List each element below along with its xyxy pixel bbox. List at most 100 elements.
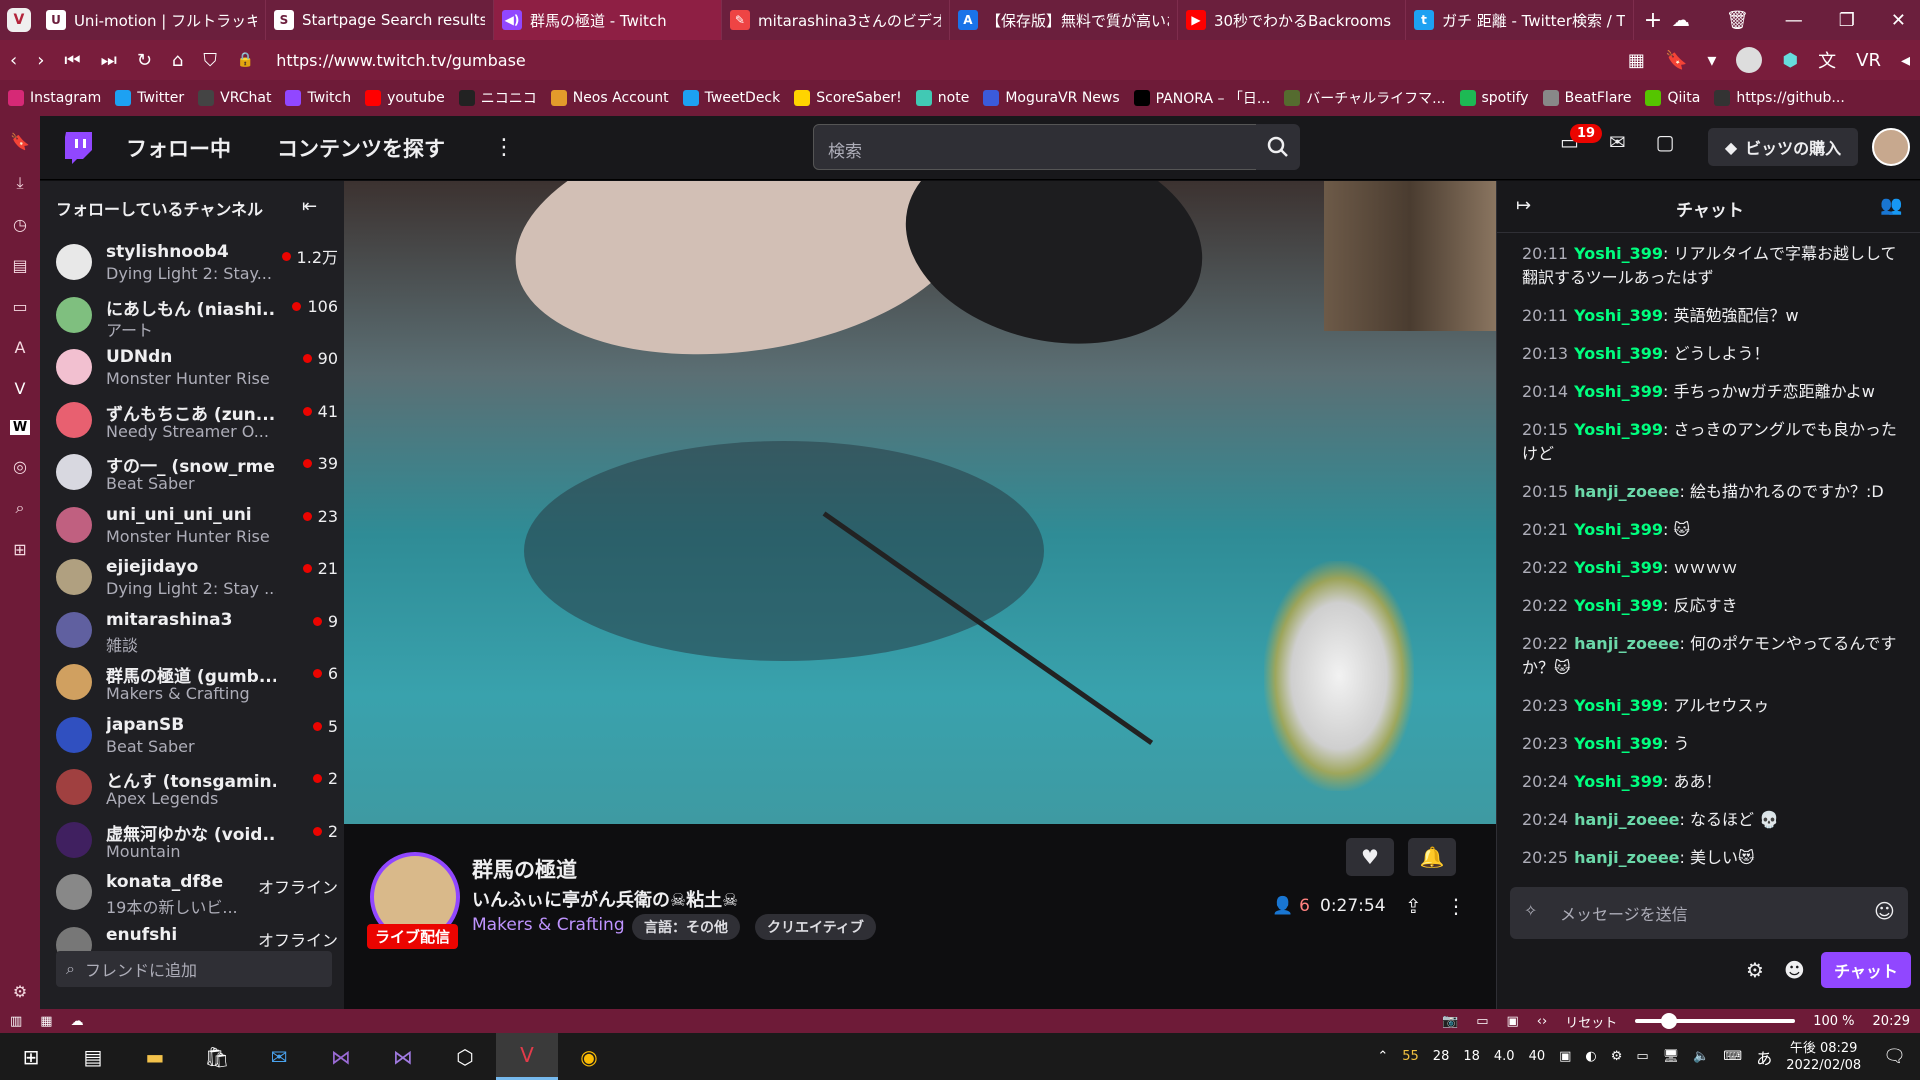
get-bits-button[interactable]: ◆ ビッツの購入 [1708,128,1858,166]
visual-studio-2-icon[interactable]: ⋈ [372,1033,434,1080]
cloud-status-icon[interactable]: ☁ [71,1014,84,1029]
restore-icon[interactable]: ❐ [1839,10,1855,31]
tray-expand-icon[interactable]: ⌃ [1377,1049,1388,1064]
channel-points-icon[interactable]: ☻ [1784,958,1805,982]
close-window-icon[interactable]: ✕ [1891,10,1906,31]
tag-creative[interactable]: クリエイティブ [755,914,876,940]
file-explorer-icon[interactable]: ▬ [124,1033,186,1080]
start-button-icon[interactable]: ⊞ [0,1033,62,1080]
bookmark-item[interactable]: https://github... [1714,90,1845,106]
followed-channel-item[interactable]: mitarashina3 雑談 9 [56,604,338,656]
followed-channel-item[interactable]: ejiejidayo Dying Light 2: Stay ... 21 [56,551,338,603]
tile-icon[interactable]: ▭ [1476,1014,1488,1029]
chat-username[interactable]: Yoshi_399 [1574,772,1663,791]
chat-username[interactable]: Yoshi_399 [1574,558,1663,577]
tab-tiling-icon[interactable]: ▦ [40,1014,52,1029]
bookmark-item[interactable]: Qiita [1645,90,1700,106]
search-panel-icon[interactable]: ⌕ [16,498,25,518]
chat-username[interactable]: Yoshi_399 [1574,696,1663,715]
community-icon[interactable]: 👥 [1880,195,1902,216]
reload-icon[interactable]: ↻ [137,50,152,71]
bookmark-item[interactable]: BeatFlare [1542,90,1631,106]
tray-steam-icon[interactable]: ⚙ [1611,1049,1623,1064]
followed-channel-item[interactable]: ずんもちこあ (zun... Needy Streamer O... 41 [56,394,338,446]
browser-tab[interactable]: U Uni-motion | フルトラッキング [38,0,266,40]
chat-username[interactable]: hanji_zoeee [1574,634,1679,653]
bookmark-item[interactable]: TweetDeck [682,90,780,106]
vivaldi-panel-icon[interactable]: V [15,379,26,398]
wikipedia-panel-icon[interactable]: W [10,420,30,435]
bookmark-item[interactable]: youtube [365,90,445,106]
tray-network-icon[interactable]: 🖥 [1663,1049,1680,1064]
add-friend-input[interactable]: ⌕ フレンドに追加 [56,951,332,987]
bookmark-item[interactable]: Instagram [8,90,101,106]
share-icon[interactable]: ⇪ [1405,894,1422,918]
notification-bell-icon[interactable]: 🔔 [1408,838,1456,876]
bits-chat-icon[interactable]: ✧ [1524,901,1537,920]
mail-icon[interactable]: ✉ [248,1033,310,1080]
follow-heart-icon[interactable]: ♥ [1346,838,1394,876]
more-menu-icon[interactable]: ⋮ [493,135,515,160]
url-field[interactable]: https://www.twitch.tv/gumbase [276,51,525,70]
followed-channel-item[interactable]: とんす (tonsgamin... Apex Legends 2 [56,761,338,813]
nav-following-link[interactable]: フォロー中 [126,133,231,163]
emote-picker-icon[interactable]: ☺ [1874,899,1895,923]
tray-discord-icon[interactable]: ◐ [1585,1049,1596,1064]
browser-tab[interactable]: ◀) 群馬の極道 - Twitch [493,0,722,40]
capture-icon[interactable]: 📷 [1442,1014,1458,1029]
collapse-chat-icon[interactable]: ↦ [1516,195,1531,216]
vivaldi-logo-icon[interactable]: V [0,0,38,40]
search-icon[interactable] [1256,124,1300,170]
followed-channel-item[interactable]: 群馬の極道 (gumb... Makers & Crafting 6 [56,656,338,708]
rewind-icon[interactable]: ⏮ [64,50,80,71]
chat-username[interactable]: Yoshi_399 [1574,244,1663,263]
vr-icon[interactable]: VR [1856,50,1881,71]
whispers-icon[interactable]: ✉ [1609,130,1626,154]
bookmark-item[interactable]: ScoreSaber! [794,90,902,106]
bookmark-item[interactable]: spotify [1459,90,1529,106]
browser-tab[interactable]: A 【保存版】無料で質が高いお [950,0,1178,40]
window-panel-icon[interactable]: ▭ [12,297,27,316]
zoom-slider[interactable] [1635,1013,1796,1029]
new-tab-icon[interactable]: + [1634,0,1672,40]
zoom-reset-button[interactable]: リセット [1565,1012,1617,1031]
tag-language[interactable]: 言語：その他 [632,914,740,940]
unity-icon[interactable]: ⬡ [434,1033,496,1080]
chat-username[interactable]: hanji_zoeee [1574,848,1679,867]
bookmark-item[interactable]: MoguraVR News [983,90,1120,106]
qr-icon[interactable]: ▦ [1628,50,1645,71]
chat-username[interactable]: Yoshi_399 [1574,306,1663,325]
dropdown-icon[interactable]: ▾ [1707,50,1716,71]
browser-tab[interactable]: ▶ 30秒でわかるBackrooms レベ [1178,0,1406,40]
chat-username[interactable]: Yoshi_399 [1574,596,1663,615]
chat-bubble-icon[interactable]: ▢ [1656,130,1675,154]
trash-icon[interactable]: 🗑 [1726,10,1749,31]
tray-battery-icon[interactable]: ▭ [1636,1049,1648,1064]
visual-studio-icon[interactable]: ⋈ [310,1033,372,1080]
vivaldi-taskbar-icon[interactable]: V [496,1033,558,1080]
browser-tab[interactable]: ✎ mitarashina3さんのビデオ - Tw [722,0,950,40]
chat-username[interactable]: Yoshi_399 [1574,420,1663,439]
downloads-icon[interactable]: ⤓ [16,173,23,193]
bookmark-item[interactable]: Neos Account [550,90,669,106]
tray-keyboard-icon[interactable]: ⌨ [1723,1049,1742,1064]
translate-icon[interactable]: 文 [1818,47,1836,73]
settings-icon[interactable]: ⚙ [13,982,27,1001]
shield-icon[interactable]: ⛉ [203,50,217,71]
history-icon[interactable]: ◷ [13,215,27,234]
bookmark-item[interactable]: note [915,90,969,106]
back-icon[interactable]: ‹ [10,50,17,71]
panel-toggle-status-icon[interactable]: ▥ [10,1014,22,1029]
notes-icon[interactable]: ▤ [12,256,27,275]
profile-icon[interactable] [1736,47,1763,73]
chrome-icon[interactable]: ◉ [558,1033,620,1080]
followed-channel-item[interactable]: stylishnoob4 Dying Light 2: Stay... 1.2万 [56,236,338,288]
taskbar-clock[interactable]: 午後 08:29 2022/02/08 [1786,1040,1861,1074]
fast-forward-icon[interactable]: ⏭ [101,50,117,71]
bookmark-item[interactable]: Twitch [285,90,351,106]
followed-channel-item[interactable]: japanSB Beat Saber 5 [56,709,338,761]
browser-tab[interactable]: t ガチ 距離 - Twitter検索 / T [1406,0,1634,40]
zoom-slider-knob[interactable] [1661,1013,1678,1029]
bookmark-item[interactable]: Twitter [115,90,184,106]
add-panel-icon[interactable]: ⊞ [13,540,26,559]
